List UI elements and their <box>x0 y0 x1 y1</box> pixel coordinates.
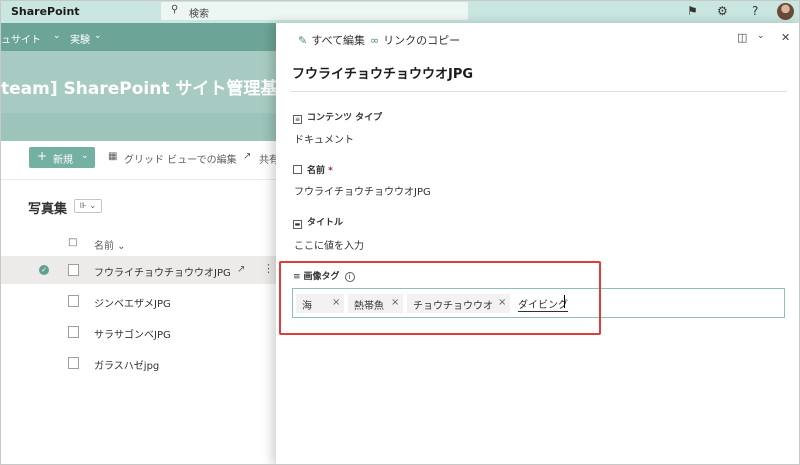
share-icon[interactable]: ↗ <box>237 264 245 275</box>
title-field[interactable]: ここに値を入力 <box>294 237 364 252</box>
table-row[interactable]: ガラスハゼjpg <box>1 349 301 377</box>
help-icon[interactable]: ? <box>752 4 758 18</box>
check-icon[interactable]: ✓ <box>39 265 49 275</box>
grid-view-icon: ▦ <box>108 151 118 162</box>
share-icon: ↗ <box>243 151 252 162</box>
image-file-icon <box>68 295 79 307</box>
column-header-name[interactable]: 名前 ⌄ <box>94 237 126 252</box>
pencil-icon: ✎ <box>298 34 308 47</box>
hub-nav: ュサイト ⌄ 実験 ⌄ <box>1 23 301 51</box>
chevron-down-icon: ⌄ <box>81 151 89 161</box>
close-icon[interactable]: ✕ <box>781 31 790 44</box>
content-type-value[interactable]: ドキュメント <box>294 131 354 146</box>
details-panel: ✎ すべて編集 ∞ リンクのコピー ◫ ⌄ ✕ フウライチョウチョウウオJPG ≡ コ… <box>276 23 799 464</box>
library-title: 写真集 <box>28 202 68 217</box>
search-input[interactable]: ⚲ 検索 <box>161 2 468 20</box>
link-icon: ∞ <box>370 34 380 47</box>
divider <box>290 91 787 92</box>
file-name[interactable]: フウライチョウチョウウオJPG <box>94 264 231 279</box>
panel-title: フウライチョウチョウウオJPG <box>292 67 474 82</box>
image-file-icon <box>68 264 79 276</box>
plus-icon: + <box>37 149 48 163</box>
megaphone-icon[interactable]: ⚑ <box>687 4 698 18</box>
file-name[interactable]: サラサゴンベJPG <box>94 326 171 341</box>
search-icon: ⚲ <box>171 4 179 15</box>
image-file-icon <box>68 357 79 369</box>
document-icon <box>293 165 302 174</box>
site-header: team] SharePoint サイト管理基礎 <box>1 51 301 141</box>
hub-item-experiment[interactable]: 実験 <box>70 31 90 46</box>
chevron-down-icon[interactable]: ⌄ <box>757 31 765 41</box>
site-title[interactable]: team] SharePoint サイト管理基礎 <box>1 74 294 99</box>
image-file-icon <box>68 326 79 338</box>
more-icon[interactable]: ⋮ <box>263 262 274 275</box>
view-toggle[interactable]: ⊪ ⌄ <box>74 199 102 213</box>
app-window: SharePoint ⚲ 検索 ⚑ ⚙ ? ュサイト ⌄ 実験 ⌄ team] … <box>0 0 800 465</box>
divider <box>1 179 301 180</box>
site-nav-band <box>1 113 301 141</box>
file-name[interactable]: ジンベエザメJPG <box>94 295 171 310</box>
chevron-down-icon[interactable]: ⌄ <box>94 31 102 41</box>
search-placeholder: 検索 <box>189 9 209 20</box>
info-pane-icon[interactable]: ◫ <box>737 31 747 44</box>
suite-bar: SharePoint ⚲ 検索 ⚑ ⚙ ? <box>1 1 799 23</box>
file-type-icon: □ <box>68 237 78 248</box>
content-type-icon: ≡ <box>293 115 302 124</box>
text-field-icon: ▬ <box>293 220 302 229</box>
chevron-down-icon[interactable]: ⌄ <box>53 31 61 41</box>
new-button[interactable]: + 新規 ⌄ <box>29 147 95 168</box>
copy-link-button[interactable]: ∞ リンクのコピー <box>370 32 460 48</box>
table-row[interactable]: サラサゴンベJPG <box>1 318 301 346</box>
name-label: 名前 * <box>293 163 333 176</box>
edit-all-button[interactable]: ✎ すべて編集 <box>298 32 365 48</box>
table-row[interactable]: ✓ フウライチョウチョウウオJPG ↗ ⋮ <box>1 256 301 284</box>
avatar[interactable] <box>777 3 794 20</box>
new-button-label: 新規 <box>53 155 73 166</box>
grid-edit-button[interactable]: グリッド ビューでの編集 <box>124 151 237 166</box>
title-label: ▬ タイトル <box>293 218 344 229</box>
table-row[interactable]: ジンベエザメJPG <box>1 287 301 315</box>
name-value[interactable]: フウライチョウチョウウオJPG <box>294 183 431 198</box>
hub-item-site[interactable]: ュサイト <box>1 31 41 46</box>
highlight-box <box>279 261 601 335</box>
gear-icon[interactable]: ⚙ <box>717 4 728 18</box>
file-name[interactable]: ガラスハゼjpg <box>94 357 159 372</box>
content-type-label: ≡ コンテンツ タイプ <box>293 113 383 124</box>
app-brand[interactable]: SharePoint <box>11 5 80 18</box>
